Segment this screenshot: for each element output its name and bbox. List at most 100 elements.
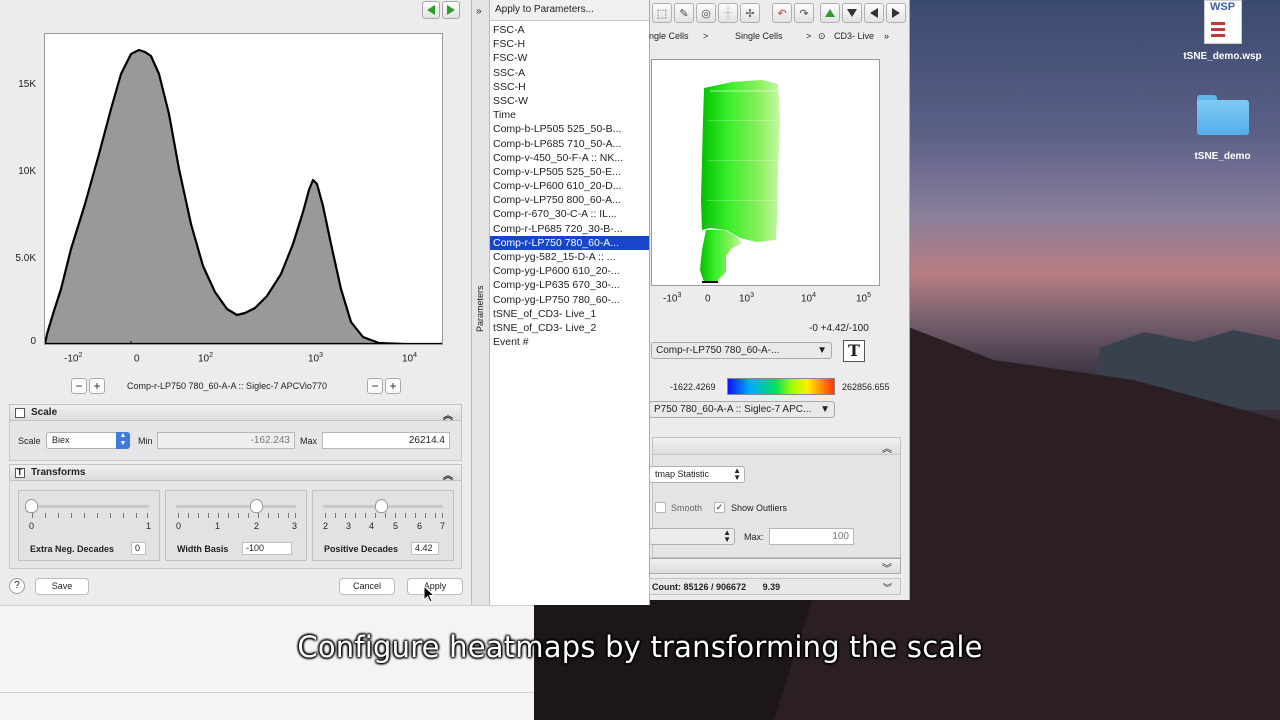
collapse-icon[interactable]: ︽ (443, 407, 453, 422)
pencil-icon: ✎ (679, 7, 689, 20)
min-select[interactable]: ▲ ▼ (649, 528, 735, 545)
help-button[interactable]: ? (9, 578, 25, 594)
y-tick-label: 5.0K (15, 253, 36, 264)
parameters-drawer-strip[interactable]: » Parameters (472, 0, 490, 605)
list-item[interactable]: tSNE_of_CD3- Live_2 (490, 321, 649, 335)
transforms-section-header[interactable]: Transforms ︽ (9, 464, 462, 482)
list-item[interactable]: FSC-H (490, 37, 649, 51)
list-item[interactable]: FSC-W (490, 51, 649, 65)
save-button[interactable]: Save (35, 578, 89, 595)
smooth-checkbox[interactable] (655, 502, 666, 513)
forward-button[interactable] (886, 3, 906, 23)
list-item[interactable]: Comp-r-670_30-C-A :: IL... (490, 207, 649, 221)
breadcrumb-item[interactable]: ngle Cells (649, 31, 689, 41)
breadcrumb-item[interactable]: CD3- Live (834, 31, 874, 41)
statistic-value: tmap Statistic (655, 469, 710, 479)
up-button[interactable] (820, 3, 840, 23)
undo-button[interactable]: ↶ (772, 3, 792, 23)
list-item[interactable]: Comp-yg-582_15-D-A :: ... (490, 250, 649, 264)
list-item[interactable]: SSC-W (490, 94, 649, 108)
list-item[interactable]: Comp-r-LP685 720_30-B-... (490, 222, 649, 236)
list-item[interactable]: Comp-v-LP600 610_20-D... (490, 179, 649, 193)
tick-number: 2 (254, 521, 260, 531)
pencil-tool[interactable]: ✎ (674, 3, 694, 23)
arrow-left-icon (427, 5, 435, 15)
statistic-select[interactable]: tmap Statistic ▲ ▼ (649, 466, 745, 483)
x-tick-label: -103 (663, 292, 682, 305)
list-item[interactable]: Comp-b-LP505 525_50-B... (490, 122, 649, 136)
extra-neg-decades-box: 0 1 Extra Neg. Decades 0 (18, 490, 160, 561)
zoom-out-left-button[interactable]: − (71, 378, 87, 394)
list-item[interactable]: Comp-yg-LP750 780_60-... (490, 293, 649, 307)
apply-button[interactable]: Apply (407, 578, 463, 595)
positive-decades-slider[interactable] (375, 499, 389, 513)
scale-section: Scale Biex ▲ ▼ Min -162.243 Max 26214.4 (9, 421, 462, 461)
quadrant-tool[interactable]: ✢ (740, 3, 760, 23)
parameters-list: Apply to Parameters... FSC-A FSC-H FSC-W… (490, 0, 650, 605)
list-item[interactable]: Comp-r-LP750 780_60-A... (490, 235, 649, 250)
breadcrumb-item[interactable]: Single Cells (735, 31, 783, 41)
crosshair-tool[interactable]: ┼ (718, 3, 738, 23)
ellipse-icon: ◎ (701, 7, 711, 20)
positive-decades-field[interactable]: 4.42 (411, 542, 439, 555)
axis-transform-window: 15K 10K 5.0K 0 -102 0 102 103 104 − + Co… (0, 0, 472, 605)
scale-select[interactable]: Biex ▲ ▼ (46, 432, 130, 449)
expand-icon[interactable]: ︾ (883, 581, 892, 594)
expand-icon[interactable]: » (476, 6, 482, 17)
collapsed-section[interactable]: ︾ (649, 558, 901, 574)
ellipse-tool[interactable]: ◎ (696, 3, 716, 23)
color-parameter-value: P750 780_60-A-A :: Siglec-7 APC... (654, 404, 812, 415)
list-item[interactable]: Comp-b-LP685 710_50-A... (490, 137, 649, 151)
apply-to-parameters-button[interactable]: Apply to Parameters... (490, 0, 649, 21)
prev-button[interactable] (422, 1, 440, 19)
dot-plot[interactable] (651, 59, 880, 286)
list-item[interactable]: SSC-H (490, 80, 649, 94)
rect-gate-tool[interactable]: ⬚ (652, 3, 672, 23)
zoom-in-right-button[interactable]: + (385, 378, 401, 394)
cancel-button[interactable]: Cancel (339, 578, 395, 595)
min-field[interactable]: -162.243 (157, 432, 295, 449)
zoom-in-left-button[interactable]: + (89, 378, 105, 394)
max-field[interactable]: 100 (769, 528, 854, 545)
desktop-file-wsp[interactable]: WSP tSNE_demo.wsp (1175, 0, 1270, 62)
expand-icon[interactable]: ︾ (882, 560, 892, 573)
list-item[interactable]: Event # (490, 335, 649, 349)
list-item[interactable]: Comp-v-LP505 525_50-E... (490, 165, 649, 179)
list-item[interactable]: tSNE_of_CD3- Live_1 (490, 307, 649, 321)
zoom-out-right-button[interactable]: − (367, 378, 383, 394)
next-button[interactable] (442, 1, 460, 19)
scale-icon (15, 407, 25, 418)
updown-icon: ▲ ▼ (116, 432, 130, 449)
width-basis-field[interactable]: -100 (242, 542, 292, 555)
collapse-icon[interactable]: ︽ (882, 440, 892, 455)
x-parameter-dropdown[interactable]: Comp-r-LP750 780_60-A-... ▼ (651, 342, 832, 359)
desktop-folder[interactable]: tSNE_demo (1175, 95, 1270, 162)
list-item[interactable]: FSC-A (490, 23, 649, 37)
scale-section-header[interactable]: Scale ︽ (9, 404, 462, 422)
list-item[interactable]: Time (490, 108, 649, 122)
extra-neg-decades-field[interactable]: 0 (131, 542, 146, 555)
list-item[interactable]: SSC-A (490, 66, 649, 80)
color-parameter-dropdown[interactable]: P750 780_60-A-A :: Siglec-7 APC... ▼ (649, 401, 835, 418)
collapse-icon[interactable]: ︽ (443, 467, 453, 482)
overflow-icon[interactable]: » (884, 31, 889, 41)
list-item[interactable]: Comp-yg-LP600 610_20-... (490, 264, 649, 278)
list-item[interactable]: Comp-yg-LP635 670_30-... (490, 278, 649, 292)
list-item[interactable]: Comp-v-LP750 800_60-A... (490, 193, 649, 207)
x-tick-label: -102 (64, 352, 83, 365)
wsp-badge: WSP (1209, 1, 1236, 13)
spider-icon: ✢ (745, 7, 755, 20)
list-item[interactable]: Comp-v-450_50-F-A :: NK... (490, 151, 649, 165)
max-label: Max: (744, 532, 764, 542)
width-basis-slider[interactable] (249, 499, 263, 513)
down-button[interactable] (842, 3, 862, 23)
show-outliers-checkbox[interactable]: ✓ (714, 502, 725, 513)
max-field[interactable]: 26214.4 (322, 432, 450, 449)
histogram-plot[interactable] (44, 33, 443, 345)
redo-button[interactable]: ↷ (794, 3, 814, 23)
text-annotation-button[interactable]: T (843, 340, 865, 362)
back-button[interactable] (864, 3, 884, 23)
transform-readout: -0 +4.42/-100 (809, 323, 869, 334)
color-scale-bar (727, 378, 835, 395)
extra-neg-decades-slider[interactable] (25, 499, 38, 513)
